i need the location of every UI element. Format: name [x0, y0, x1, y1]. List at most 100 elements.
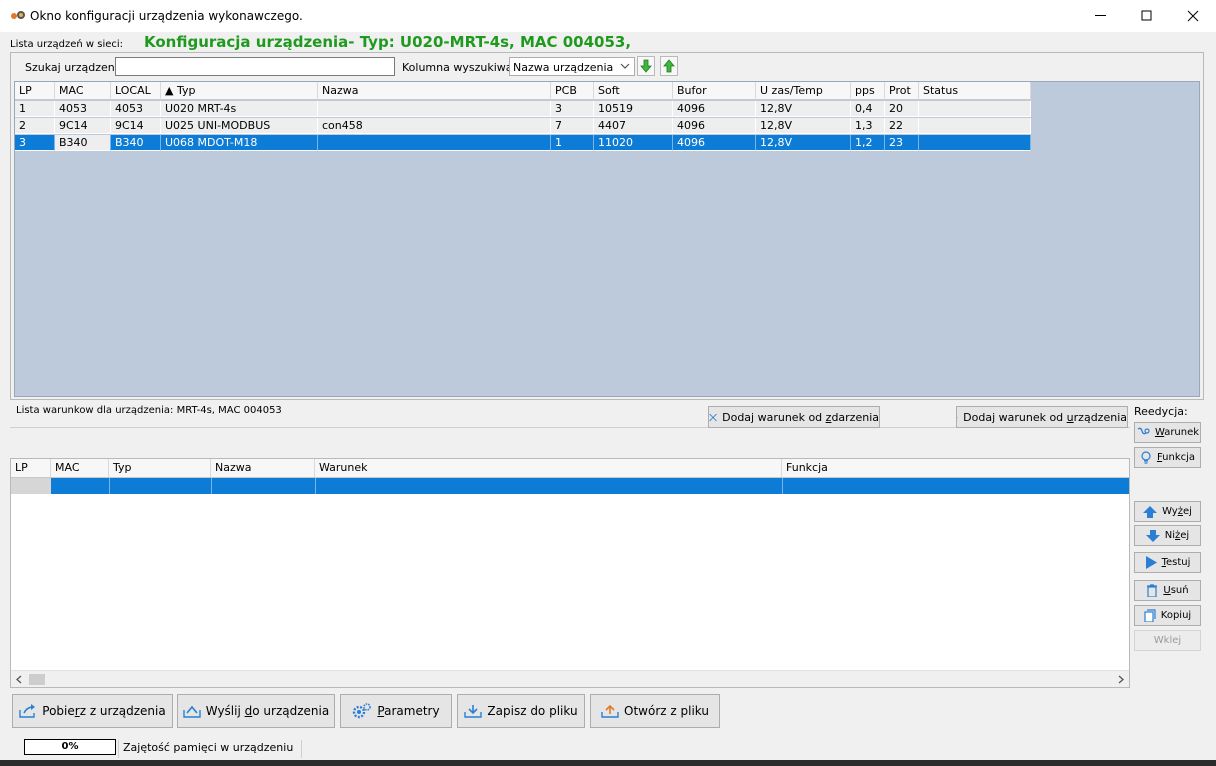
arrow-down-icon	[1145, 529, 1160, 542]
test-button[interactable]: Testuj	[1134, 552, 1201, 573]
col-header-status[interactable]: Status	[919, 82, 1031, 100]
table-row-selected[interactable]	[11, 478, 1129, 494]
add-event-label: Dodaj warunek od zdarzenia	[722, 410, 879, 424]
horizontal-scrollbar[interactable]	[11, 670, 1129, 687]
cell-local: 4053	[111, 101, 161, 117]
move-down-label: Niżej	[1164, 530, 1190, 541]
conditions-label: Lista warunkow dla urządzenia: MRT-4s, M…	[16, 405, 282, 416]
search-up-button[interactable]	[660, 56, 678, 76]
edit-condition-label: Warunek	[1154, 427, 1200, 438]
download-from-device-button[interactable]: Pobierz z urządzenia	[12, 694, 173, 728]
send-label: Wyślij do urządzenia	[205, 704, 330, 718]
cell-nazwa: con458	[318, 118, 551, 134]
edit-function-button[interactable]: Funkcja	[1134, 447, 1201, 468]
search-input[interactable]	[115, 57, 395, 76]
cell-status	[919, 101, 1031, 117]
add-event-condition-button[interactable]: Dodaj warunek od zdarzenia	[708, 406, 880, 428]
cell-mac: B340	[55, 135, 111, 151]
cell-uzas: 12,8V	[756, 118, 851, 134]
save-icon	[464, 705, 483, 718]
cell-divider	[109, 478, 110, 494]
table-row[interactable]: 2 9C14 9C14 U025 UNI-MODBUS con458 7 440…	[15, 118, 1031, 134]
cond-col-funkcja[interactable]: Funkcja	[782, 459, 1129, 477]
scroll-left-icon[interactable]	[15, 675, 23, 684]
download-label: Pobierz z urządzenia	[42, 704, 166, 718]
cell-bufor: 4096	[673, 135, 756, 151]
scroll-thumb[interactable]	[29, 674, 45, 685]
chevron-down-icon	[620, 63, 630, 69]
device-list-label: Lista urządzeń w sieci:	[10, 39, 124, 50]
cell-status	[919, 135, 1031, 151]
play-icon	[1145, 556, 1157, 569]
table-row[interactable]: 1 4053 4053 U020 MRT-4s 3 10519 4096 12,…	[15, 101, 1031, 117]
copy-button[interactable]: Kopiuj	[1134, 605, 1201, 626]
gear-icon	[353, 703, 372, 719]
cell-pps: 1,2	[851, 135, 885, 151]
scroll-right-icon[interactable]	[1117, 675, 1125, 684]
col-header-nazwa[interactable]: Nazwa	[318, 82, 551, 100]
col-header-lp[interactable]: LP	[15, 82, 55, 100]
config-title: Konfiguracja urządzenia- Typ: U020-MRT-4…	[144, 33, 632, 51]
taskbar-strip	[0, 760, 1216, 766]
device-table-header: LP MAC LOCAL ▲ Typ Nazwa PCB Soft Bufor …	[15, 82, 1031, 100]
cell-lp: 3	[15, 135, 55, 151]
edit-condition-button[interactable]: Warunek	[1134, 422, 1201, 443]
cell-local: 9C14	[111, 118, 161, 134]
col-header-mac[interactable]: MAC	[55, 82, 111, 100]
table-row-selected[interactable]: 3 B340 B340 U068 MDOT-M18 1 11020 4096 1…	[15, 135, 1031, 151]
cell-typ: U068 MDOT-M18	[161, 135, 318, 151]
col-header-typ[interactable]: ▲ Typ	[161, 82, 318, 100]
col-header-bufor[interactable]: Bufor	[673, 82, 756, 100]
memory-progress-bar: 0%	[24, 739, 116, 755]
search-column-value: Nazwa urządzenia	[513, 61, 614, 74]
cell-lp: 2	[15, 118, 55, 134]
open-icon	[601, 704, 619, 718]
row-selector[interactable]	[11, 478, 51, 494]
minimize-button[interactable]	[1078, 0, 1124, 32]
cell-pps: 0,4	[851, 101, 885, 117]
col-header-soft[interactable]: Soft	[594, 82, 673, 100]
edit-function-label: Funkcja	[1156, 452, 1196, 463]
save-to-file-button[interactable]: Zapisz do pliku	[457, 694, 585, 728]
add-device-condition-button[interactable]: Dodaj warunek od urządzenia	[956, 406, 1128, 428]
col-header-local[interactable]: LOCAL	[111, 82, 161, 100]
cond-col-lp[interactable]: LP	[11, 459, 51, 477]
search-down-button[interactable]	[637, 56, 655, 76]
trash-icon	[1147, 584, 1158, 597]
maximize-button[interactable]	[1124, 0, 1170, 32]
col-header-uzas[interactable]: U zas/Temp	[756, 82, 851, 100]
search-column-select[interactable]: Nazwa urządzenia	[509, 57, 635, 76]
move-up-label: Wyżej	[1162, 506, 1192, 517]
cond-col-warunek[interactable]: Warunek	[315, 459, 782, 477]
move-up-button[interactable]: Wyżej	[1134, 501, 1201, 522]
cell-soft: 10519	[594, 101, 673, 117]
cond-col-mac[interactable]: MAC	[51, 459, 109, 477]
device-table[interactable]: LP MAC LOCAL ▲ Typ Nazwa PCB Soft Bufor …	[14, 81, 1200, 397]
col-header-pcb[interactable]: PCB	[551, 82, 594, 100]
cell-pcb: 7	[551, 118, 594, 134]
parameters-button[interactable]: Parametry	[340, 694, 452, 728]
close-button[interactable]	[1170, 0, 1216, 32]
cell-bufor: 4096	[673, 101, 756, 117]
app-icon	[11, 11, 25, 19]
paste-label: Wklej	[1153, 635, 1182, 646]
arrow-down-icon	[640, 59, 652, 73]
move-down-button[interactable]: Niżej	[1134, 525, 1201, 546]
cond-col-typ[interactable]: Typ	[109, 459, 211, 477]
paste-button[interactable]: Wklej	[1134, 630, 1201, 651]
open-file-button[interactable]: Otwórz z pliku	[590, 694, 720, 728]
col-header-prot[interactable]: Prot	[885, 82, 919, 100]
cell-nazwa	[318, 135, 551, 151]
col-header-pps[interactable]: pps	[851, 82, 885, 100]
minimize-icon	[1095, 15, 1106, 16]
maximize-icon	[1141, 10, 1152, 21]
cell-divider	[315, 478, 316, 494]
cell-typ: U020 MRT-4s	[161, 101, 318, 117]
delete-button[interactable]: Usuń	[1134, 580, 1201, 601]
cell-uzas: 12,8V	[756, 135, 851, 151]
cell-soft: 11020	[594, 135, 673, 151]
event-icon	[709, 413, 717, 421]
cond-col-nazwa[interactable]: Nazwa	[211, 459, 315, 477]
parameters-label: Parametry	[377, 704, 440, 718]
send-to-device-button[interactable]: Wyślij do urządzenia	[177, 694, 335, 728]
